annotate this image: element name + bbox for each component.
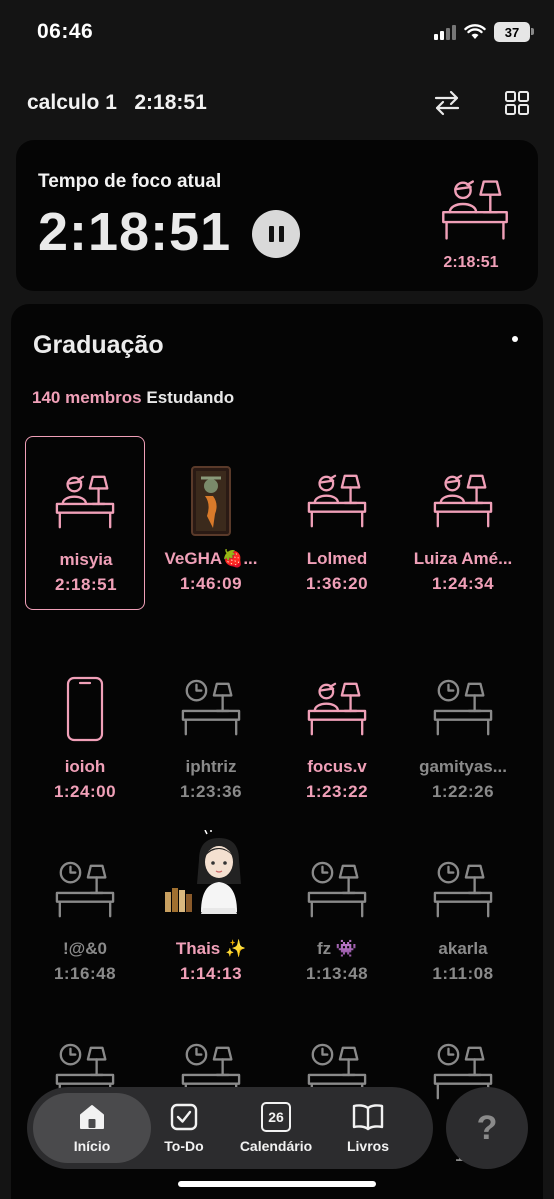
member-time: 1:13:48 <box>305 964 369 983</box>
member-name: Lolmed <box>306 549 368 568</box>
header: calculo 1 2:18:51 <box>0 84 554 120</box>
calendar-icon: 26 <box>261 1102 291 1132</box>
grid-icon <box>505 91 529 115</box>
tab-todo[interactable]: To-Do <box>139 1093 229 1163</box>
desk-clock-icon <box>53 856 117 926</box>
focus-avatar-time: 2:18:51 <box>443 254 499 271</box>
members-count: 140 membros <box>32 388 142 407</box>
grid-view-button[interactable] <box>500 86 534 120</box>
desk-clock-icon <box>305 856 369 926</box>
member-name: focus.v <box>307 757 367 776</box>
member-time: 1:36:20 <box>305 574 369 593</box>
home-indicator <box>178 1181 376 1187</box>
member-name: !@&0 <box>63 939 107 958</box>
swap-arrows-icon <box>434 90 460 116</box>
tab-calendar-label: Calendário <box>239 1138 313 1154</box>
member-name: ioioh <box>64 757 106 776</box>
member-card[interactable]: Lolmed 1:36:20 <box>277 436 397 610</box>
member-name: gamityas... <box>419 757 507 776</box>
battery-icon: 37 <box>494 22 534 42</box>
member-time: 1:24:34 <box>431 574 495 593</box>
desk-person-icon <box>440 174 510 246</box>
desk-clock-icon <box>431 674 495 744</box>
members-status: Estudando <box>146 388 235 407</box>
calendar-day: 26 <box>268 1109 284 1125</box>
notification-dot <box>512 336 518 342</box>
book-icon <box>352 1104 384 1131</box>
study-group-card: Graduação 140 membros Estudando misyia 2:… <box>11 304 543 1199</box>
member-card[interactable]: !@&0 1:16:48 <box>25 826 145 1000</box>
signal-icon <box>434 25 456 40</box>
member-name: iphtriz <box>185 757 237 776</box>
member-name: VeGHA🍓... <box>164 549 258 568</box>
focus-card: Tempo de foco atual 2:18:51 2:18:51 <box>16 140 538 291</box>
swap-button[interactable] <box>430 86 464 120</box>
home-icon <box>80 1105 104 1129</box>
members-summary: 140 membros Estudando <box>32 388 234 408</box>
desk-clock-icon <box>431 856 495 926</box>
member-name: fz 👾 <box>316 939 358 958</box>
status-bar: 06:46 37 <box>0 0 554 66</box>
desk-person-icon <box>305 466 369 536</box>
member-card[interactable]: Thais ✨ 1:14:13 <box>151 826 271 1000</box>
focus-label: Tempo de foco atual <box>38 171 222 192</box>
girl-reading-icon <box>163 830 259 926</box>
member-card[interactable]: focus.v 1:23:22 <box>277 644 397 818</box>
member-name: akarla <box>438 939 488 958</box>
page-title: calculo 1 2:18:51 <box>27 91 207 114</box>
member-card[interactable]: VeGHA🍓... 1:46:09 <box>151 436 271 610</box>
tab-books-label: Livros <box>346 1138 389 1154</box>
member-time: 2:18:51 <box>54 575 118 594</box>
help-button[interactable]: ? <box>446 1087 528 1169</box>
group-title: Graduação <box>33 331 164 359</box>
status-icons: 37 <box>434 22 534 42</box>
member-card[interactable]: Luiza Amé... 1:24:34 <box>403 436 523 610</box>
tab-home-label: Início <box>73 1138 111 1154</box>
tab-home[interactable]: Início <box>33 1093 151 1163</box>
desk-person-icon <box>305 674 369 744</box>
member-time: 1:11:08 <box>432 964 494 983</box>
member-card[interactable]: akarla 1:11:08 <box>403 826 523 1000</box>
member-card[interactable]: gamityas... 1:22:26 <box>403 644 523 818</box>
tab-books[interactable]: Livros <box>323 1093 413 1163</box>
member-time: 1:16:48 <box>53 964 117 983</box>
bottom-nav: Início To-Do 26 Calendário Livros <box>27 1087 433 1169</box>
wifi-icon <box>464 24 486 39</box>
member-time: 1:46:09 <box>179 574 243 593</box>
member-time: 1:14:13 <box>179 964 243 983</box>
member-card[interactable]: misyia 2:18:51 <box>25 436 145 610</box>
member-time: 1:22:26 <box>431 782 495 801</box>
checkbox-icon <box>170 1103 198 1131</box>
member-card[interactable]: ioioh 1:24:00 <box>25 644 145 818</box>
status-time: 06:46 <box>37 20 94 43</box>
focus-timer: 2:18:51 <box>38 202 232 262</box>
member-name: Luiza Amé... <box>413 549 513 568</box>
photo-avatar-icon <box>179 466 243 536</box>
member-card[interactable]: fz 👾 1:13:48 <box>277 826 397 1000</box>
desk-person-icon <box>431 466 495 536</box>
member-time: 1:24:00 <box>53 782 117 801</box>
pause-button[interactable] <box>252 210 300 258</box>
tab-calendar[interactable]: 26 Calendário <box>231 1093 321 1163</box>
member-card[interactable]: iphtriz 1:23:36 <box>151 644 271 818</box>
member-time: 1:23:22 <box>305 782 369 801</box>
member-time: 1:23:36 <box>179 782 243 801</box>
desk-clock-icon <box>179 674 243 744</box>
phone-icon <box>53 674 117 744</box>
member-name: Thais ✨ <box>175 939 247 958</box>
member-name: misyia <box>59 550 113 569</box>
tab-todo-label: To-Do <box>164 1138 204 1154</box>
desk-person-icon <box>53 467 117 537</box>
